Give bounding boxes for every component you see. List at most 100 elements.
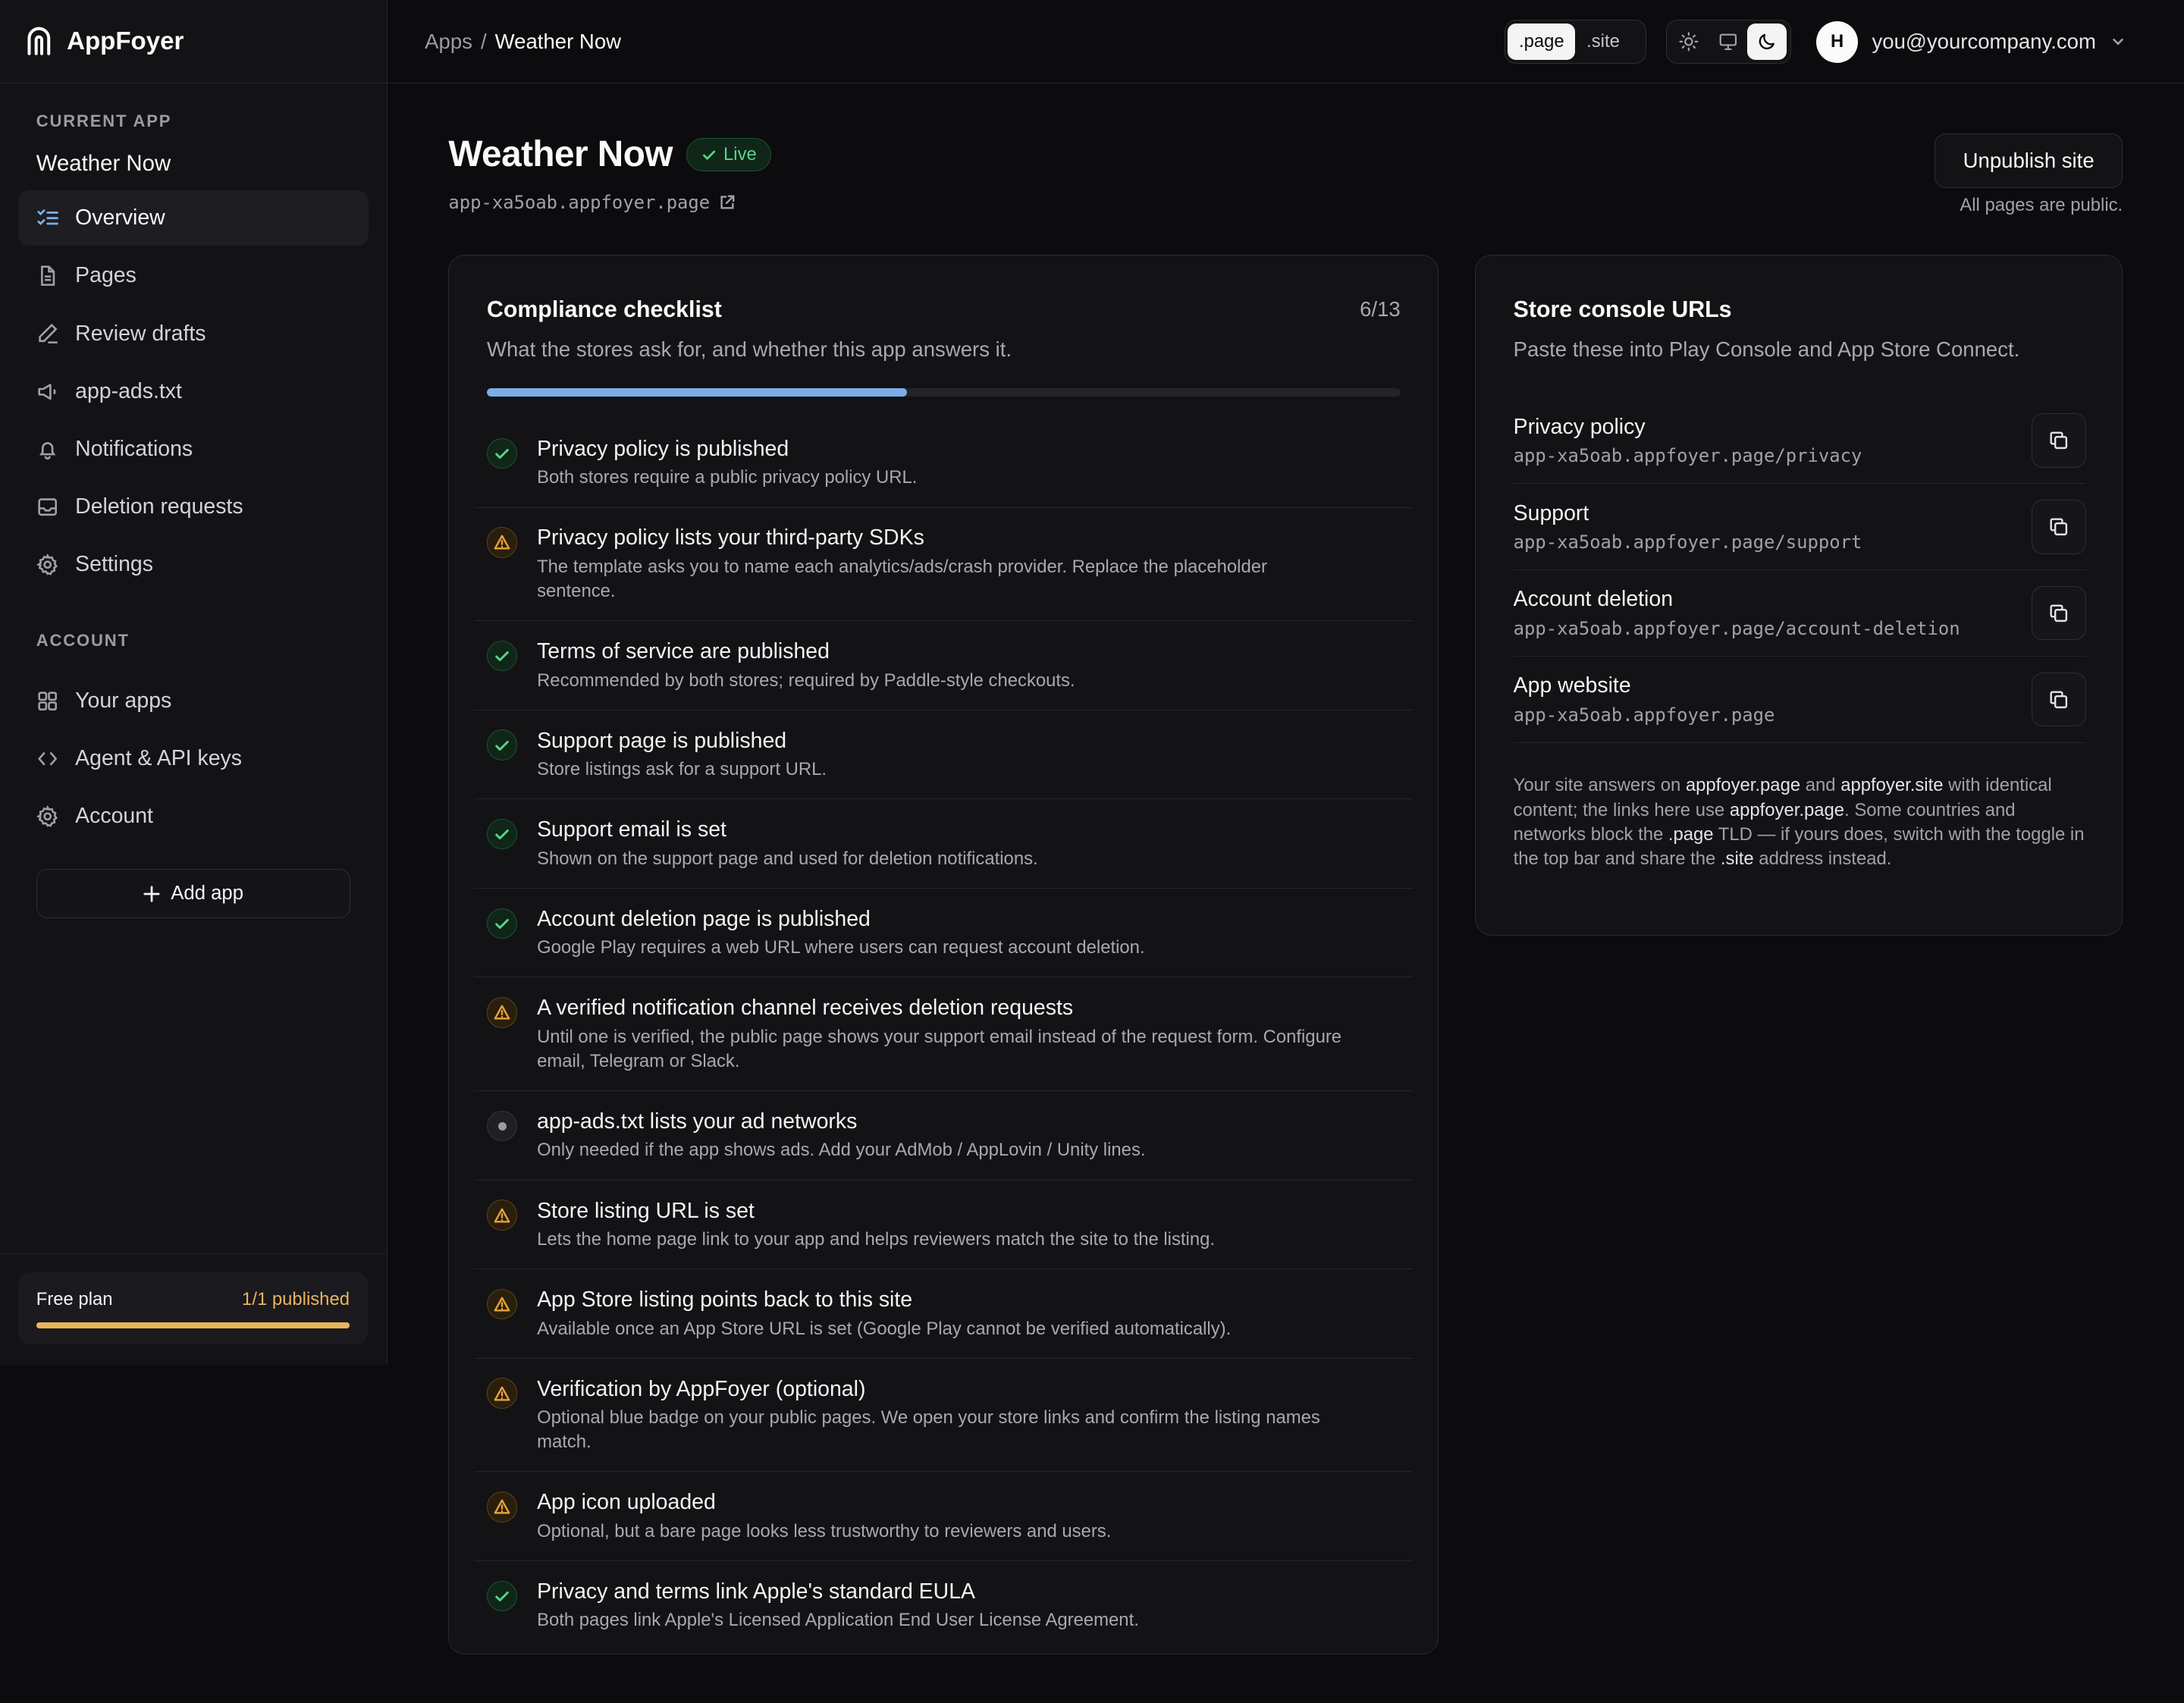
inbox-icon [38,498,57,516]
site-domain-link[interactable]: app-xa5oab.appfoyer.page [448,192,771,213]
gear-icon [36,554,58,576]
sidebar-item-label: Agent & API keys [75,745,243,770]
sidebar-item-app-ads[interactable]: app-ads.txt [18,364,369,419]
url-row: Privacy policy app-xa5oab.appfoyer.page/p… [1513,397,2086,485]
add-app-button[interactable]: Add app [36,869,350,918]
copy-icon [2050,604,2067,622]
status-badge: Live [686,137,772,171]
checklist-item-desc: Shown on the support page and used for d… [537,848,1038,869]
sidebar-item-label: Account [75,804,153,829]
copy-url-button[interactable] [2031,499,2086,554]
status-warning-indicator [486,1491,518,1523]
checklist-subtitle: What the stores ask for, and whether thi… [486,337,1012,361]
user-menu[interactable]: H you@yourcompany.com [1816,20,2126,63]
check-icon [495,830,509,840]
status-ok-indicator [486,729,518,761]
checklist-title: Compliance checklist [486,297,722,323]
breadcrumb-apps[interactable]: Apps [425,30,472,53]
checklist-item-desc: Google Play requires a web URL where use… [537,937,1145,958]
status-ok-indicator [486,908,518,939]
copy-icon [2050,691,2067,708]
theme-system-button[interactable] [1709,24,1747,60]
theme-light-button[interactable] [1669,24,1708,60]
public-note: All pages are public. [1960,195,2123,216]
unpublish-site-button[interactable]: Unpublish site [1935,133,2123,188]
breadcrumb: Apps / Weather Now [425,30,621,54]
checklist-item-title: Privacy policy lists your third-party SD… [537,525,924,550]
tld-note: Your site answers on appfoyer.page and a… [1514,773,2086,871]
checklist-item: Privacy policy lists your third-party SD… [474,508,1414,622]
account-nav: Your apps Agent & API keys Account [0,673,387,845]
tld-option-site[interactable]: .site [1575,24,1630,60]
monitor-icon [1719,33,1737,51]
sidebar-item-overview[interactable]: Overview [17,190,369,246]
sidebar-item-pages[interactable]: Pages [18,248,369,303]
account-section-label: ACCOUNT [36,631,130,651]
add-app-label: Add app [171,883,244,905]
sidebar-item-deletion-requests[interactable]: Deletion requests [18,479,369,535]
warning-triangle-icon [494,535,510,550]
current-app-name: Weather Now [36,150,171,176]
plan-name: Free plan [36,1288,113,1309]
theme-dark-button[interactable] [1747,24,1787,60]
grid-icon [38,691,57,710]
checklist-item: app-ads.txt lists your ad networks Only n… [474,1091,1414,1181]
url-label: Account deletion [1513,587,1674,612]
note-text: and [1800,775,1841,796]
megaphone-icon [38,383,56,400]
url-row: App website app-xa5oab.appfoyer.page [1513,657,2086,743]
sidebar-item-label: Overview [75,205,165,231]
url-list: Privacy policy app-xa5oab.appfoyer.page/p… [1513,397,2086,743]
appfoyer-logo-icon [27,27,51,56]
status-label: Live [723,143,757,165]
checklist-item: App icon uploaded Optional, but a bare pa… [474,1472,1414,1561]
site-domain: app-xa5oab.appfoyer.page [448,192,711,214]
code-icon [38,751,57,766]
urls-subtitle: Paste these into Play Console and App St… [1513,337,2020,361]
status-ok-indicator [486,438,518,469]
checklist-item: Store listing URL is set Lets the home pa… [474,1181,1414,1270]
url-value: app-xa5oab.appfoyer.page/account-deletio… [1513,617,1960,639]
checklist-item-text: Privacy policy lists your third-party SD… [537,525,1345,604]
checklist-item-desc: Optional, but a bare page looks less tru… [537,1520,1112,1541]
tld-option-page[interactable]: .page [1508,24,1576,60]
checklist-item-title: app-ads.txt lists your ad networks [537,1109,858,1134]
sidebar-item-settings[interactable]: Settings [18,537,369,592]
checklist-item-text: Privacy policy is published Both stores r… [537,437,917,491]
sidebar-item-notifications[interactable]: Notifications [18,422,369,477]
copy-url-button[interactable] [2031,585,2086,641]
external-link-icon [720,195,735,209]
list-checks-icon [37,209,58,225]
status-warning-indicator [486,527,518,558]
status-warning-indicator [486,1200,518,1231]
checklist-item: Verification by AppFoyer (optional) Optio… [474,1359,1414,1472]
sidebar-item-label: Deletion requests [75,494,243,519]
url-label: App website [1513,673,1631,698]
checklist-item-title: Privacy and terms link Apple's standard … [537,1579,976,1604]
sidebar-item-your-apps[interactable]: Your apps [18,673,369,729]
plan-card[interactable]: Free plan 1/1 published [17,1272,368,1345]
sidebar-item-label: Pages [75,263,136,288]
warning-triangle-icon [494,1386,510,1401]
checklist-item: Support page is published Store listings … [474,710,1414,800]
sidebar-item-agent-api-keys[interactable]: Agent & API keys [18,731,369,786]
status-neutral-indicator [486,1110,518,1142]
warning-triangle-icon [494,1499,510,1514]
urls-title: Store console URLs [1513,297,1732,323]
checklist-item-title: Account deletion page is published [537,906,871,931]
brand[interactable]: AppFoyer [0,0,387,84]
neutral-dot-icon [497,1121,507,1131]
sidebar-item-review-drafts[interactable]: Review drafts [18,306,369,361]
breadcrumb-current: Weather Now [494,29,622,53]
compliance-checklist-card: Compliance checklist What the stores ask… [448,255,1439,1654]
check-icon [495,448,509,459]
check-icon [495,1591,509,1601]
copy-url-button[interactable] [2031,413,2086,468]
checklist-item-desc: Both pages link Apple's Licensed Applica… [537,1610,1139,1631]
url-value: app-xa5oab.appfoyer.page [1513,704,1775,726]
copy-url-button[interactable] [2031,672,2086,727]
checklist-item-text: Privacy and terms link Apple's standard … [537,1579,1139,1633]
current-app-label: CURRENT APP [36,111,172,130]
sidebar-item-account[interactable]: Account [18,789,369,844]
url-text: App website app-xa5oab.appfoyer.page [1514,673,1775,725]
